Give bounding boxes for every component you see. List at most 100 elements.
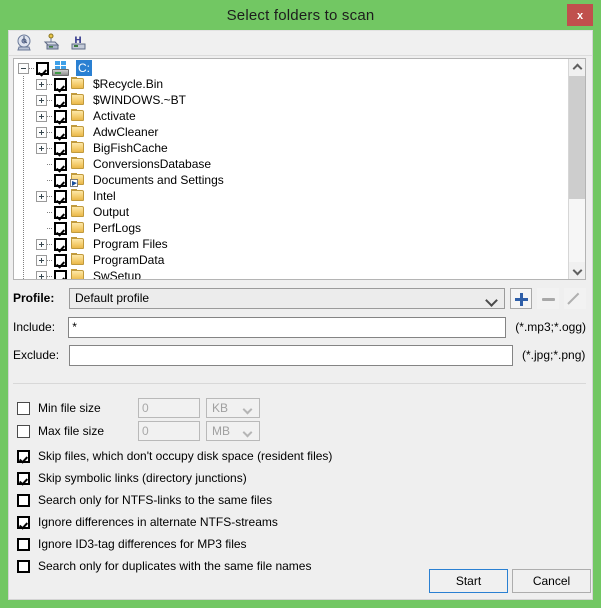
tree-checkbox[interactable] xyxy=(54,237,67,251)
tree-label[interactable]: PerfLogs xyxy=(91,220,143,236)
scan-option-row[interactable]: Skip files, which don't occupy disk spac… xyxy=(17,446,332,466)
scan-option-checkbox[interactable] xyxy=(17,515,30,529)
tree-row[interactable]: $WINDOWS.~BT xyxy=(14,92,568,108)
max-file-size-unit-select[interactable]: MB xyxy=(206,421,260,441)
scan-option-checkbox[interactable] xyxy=(17,471,30,485)
expand-expander-icon[interactable] xyxy=(36,126,47,138)
expand-expander-icon[interactable] xyxy=(36,78,47,90)
tree-label-root[interactable]: C: xyxy=(76,60,92,76)
folder-icon xyxy=(70,109,86,123)
network-drive-icon[interactable] xyxy=(42,33,62,53)
start-button[interactable]: Start xyxy=(429,569,508,593)
scan-option-checkbox[interactable] xyxy=(17,449,30,463)
tree-row[interactable]: $Recycle.Bin xyxy=(14,76,568,92)
tree-checkbox[interactable] xyxy=(54,141,67,155)
profile-select[interactable]: Default profile xyxy=(69,287,505,309)
tree-label[interactable]: BigFishCache xyxy=(91,140,170,156)
scroll-down-icon[interactable] xyxy=(569,262,585,279)
tree-row[interactable]: PerfLogs xyxy=(14,220,568,236)
tree-checkbox[interactable] xyxy=(54,77,67,91)
close-button[interactable]: x xyxy=(567,4,593,26)
min-file-size-input[interactable] xyxy=(138,398,200,418)
chevron-down-icon xyxy=(242,404,253,415)
tree-row[interactable]: Documents and Settings xyxy=(14,172,568,188)
tree-row[interactable]: Output xyxy=(14,204,568,220)
tree-label[interactable]: Program Files xyxy=(91,236,170,252)
remove-profile-button[interactable] xyxy=(537,287,559,309)
scan-option-row[interactable]: Ignore differences in alternate NTFS-str… xyxy=(17,512,278,532)
tree-guide xyxy=(47,131,53,133)
tree-label[interactable]: Activate xyxy=(91,108,138,124)
max-file-size-label: Max file size xyxy=(38,424,105,438)
scan-option-row[interactable]: Search only for duplicates with the same… xyxy=(17,556,311,576)
expand-expander-icon[interactable] xyxy=(36,238,47,250)
scan-option-checkbox[interactable] xyxy=(17,493,30,507)
scan-option-checkbox[interactable] xyxy=(17,559,30,573)
tree-checkbox[interactable] xyxy=(54,157,67,171)
scan-option-row[interactable]: Skip symbolic links (directory junctions… xyxy=(17,468,247,488)
tree-checkbox[interactable] xyxy=(54,93,67,107)
scroll-up-icon[interactable] xyxy=(569,59,585,76)
tree-row[interactable]: AdwCleaner xyxy=(14,124,568,140)
max-file-size-checkbox[interactable] xyxy=(17,424,30,438)
tree-row[interactable]: Program Files xyxy=(14,236,568,252)
min-file-size-unit-select[interactable]: KB xyxy=(206,398,260,418)
profile-row: Profile: Default profile xyxy=(13,286,586,310)
max-file-size-input[interactable] xyxy=(138,421,200,441)
tree-label[interactable]: SwSetup xyxy=(91,268,143,279)
tree-label[interactable]: Output xyxy=(91,204,131,220)
tree-guide xyxy=(23,92,24,108)
expand-expander-icon[interactable] xyxy=(36,142,47,154)
min-file-size-row: Min file size KB xyxy=(17,397,260,419)
tree-row[interactable]: Intel xyxy=(14,188,568,204)
min-file-size-checkbox[interactable] xyxy=(17,401,30,415)
dialog-client-area: H C: $Recycle.Bin $WINDOWS.~BT Activate … xyxy=(8,30,593,600)
edit-profile-button[interactable] xyxy=(564,287,586,309)
tree-checkbox[interactable] xyxy=(54,173,67,187)
hard-drive-icon[interactable]: H xyxy=(69,33,89,53)
tree-label[interactable]: Intel xyxy=(91,188,118,204)
expand-expander-icon[interactable] xyxy=(36,254,47,266)
tree-checkbox[interactable] xyxy=(54,189,67,203)
folder-icon xyxy=(70,125,86,139)
tree-label[interactable]: AdwCleaner xyxy=(91,124,160,140)
scan-option-checkbox[interactable] xyxy=(17,537,30,551)
scrollbar-thumb[interactable] xyxy=(569,76,585,199)
tree-label[interactable]: $Recycle.Bin xyxy=(91,76,165,92)
folder-icon xyxy=(70,221,86,235)
tree-checkbox[interactable] xyxy=(54,221,67,235)
tree-row[interactable]: BigFishCache xyxy=(14,140,568,156)
tree-scrollbar[interactable] xyxy=(568,59,585,279)
cancel-button[interactable]: Cancel xyxy=(512,569,591,593)
tree-checkbox[interactable] xyxy=(54,269,67,279)
tree-row[interactable]: SwSetup xyxy=(14,268,568,279)
folder-tree[interactable]: C: $Recycle.Bin $WINDOWS.~BT Activate AdwCl… xyxy=(14,59,568,279)
scrollbar-track[interactable] xyxy=(569,76,585,262)
tree-checkbox[interactable] xyxy=(54,125,67,139)
scan-disk-icon[interactable] xyxy=(15,33,35,53)
tree-row-root[interactable]: C: xyxy=(14,60,568,76)
scan-option-row[interactable]: Search only for NTFS-links to the same f… xyxy=(17,490,272,510)
collapse-expander-icon[interactable] xyxy=(18,62,29,74)
tree-row[interactable]: ConversionsDatabase xyxy=(14,156,568,172)
expand-expander-icon[interactable] xyxy=(36,270,47,279)
tree-row[interactable]: ProgramData xyxy=(14,252,568,268)
tree-label[interactable]: ProgramData xyxy=(91,252,166,268)
scan-option-row[interactable]: Ignore ID3-tag differences for MP3 files xyxy=(17,534,247,554)
include-input[interactable] xyxy=(68,316,507,338)
tree-guide xyxy=(23,188,24,204)
tree-checkbox[interactable] xyxy=(54,109,67,123)
add-profile-button[interactable] xyxy=(510,287,532,309)
exclude-input[interactable] xyxy=(69,344,513,366)
tree-checkbox[interactable] xyxy=(54,253,67,267)
expand-expander-icon[interactable] xyxy=(36,190,47,202)
tree-label[interactable]: ConversionsDatabase xyxy=(91,156,213,172)
tree-row[interactable]: Activate xyxy=(14,108,568,124)
tree-label[interactable]: Documents and Settings xyxy=(91,172,226,188)
tree-guide xyxy=(23,252,24,268)
tree-checkbox[interactable] xyxy=(54,205,67,219)
tree-checkbox-root[interactable] xyxy=(36,61,49,75)
expand-expander-icon[interactable] xyxy=(36,94,47,106)
tree-label[interactable]: $WINDOWS.~BT xyxy=(91,92,188,108)
expand-expander-icon[interactable] xyxy=(36,110,47,122)
